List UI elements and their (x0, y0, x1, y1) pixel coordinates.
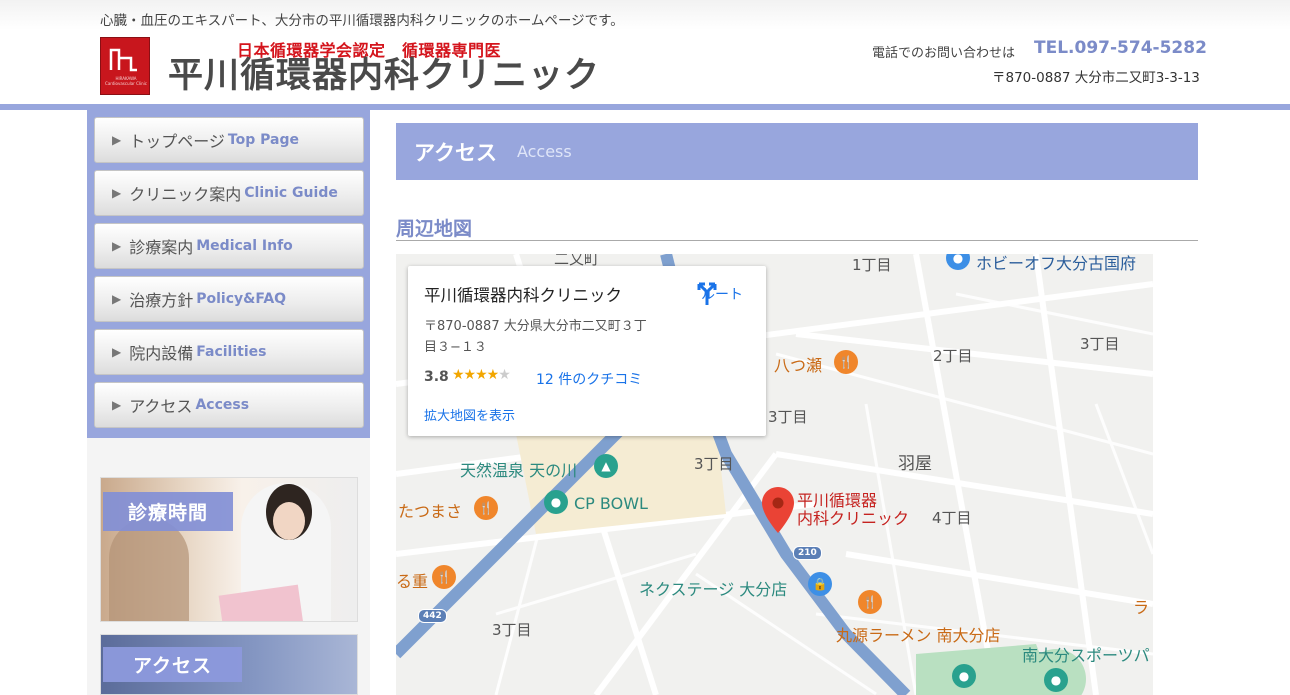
map-label-marugen[interactable]: 丸源ラーメン 南大分店 (836, 622, 1000, 646)
tel-label: 電話でのお問い合わせは (872, 46, 1016, 61)
map-label-yatsuse[interactable]: 八つ瀬 (774, 352, 822, 376)
map-label-chome: 1丁目 (852, 256, 892, 274)
map-label-clinic-line1[interactable]: 平川循環器 (797, 492, 877, 510)
section-title: 周辺地図 (396, 218, 473, 240)
nav-label-jp: アクセス (129, 397, 193, 416)
map-label-cp-bowl[interactable]: CP BOWL (574, 494, 648, 513)
directions-button[interactable]: ルート (694, 280, 750, 305)
nav-label-en: Medical Info (196, 238, 293, 254)
hours-banner-label: 診療時間 (103, 492, 234, 531)
park-pin-icon[interactable]: ● (1044, 668, 1068, 692)
restaurant-pin-icon[interactable]: 🍴 (432, 565, 456, 589)
triangle-right-icon: ▶ (112, 239, 122, 253)
triangle-right-icon: ▶ (112, 292, 122, 306)
restaurant-pin-icon[interactable]: 🍴 (474, 496, 498, 520)
map-label-chome: 3丁目 (694, 455, 734, 473)
clipboard-shape (218, 584, 304, 621)
patient-photo-figure (109, 518, 189, 621)
map-label-clinic-line2[interactable]: 内科クリニック (797, 510, 909, 528)
view-larger-map-link[interactable]: 拡大地図を表示 (424, 405, 515, 424)
triangle-right-icon: ▶ (112, 398, 122, 412)
nav-top-page[interactable]: ▶ トップページ Top Page (94, 117, 364, 163)
nav-label-en: Access (195, 397, 250, 413)
restaurant-pin-icon[interactable]: 🍴 (834, 350, 858, 374)
tel-number[interactable]: TEL.097-574-5282 (1034, 38, 1207, 58)
place-rating: 3.8 (424, 369, 449, 385)
map-label-chome: 3丁目 (1080, 335, 1120, 353)
map-label-tatsumasa[interactable]: たつまさ (398, 498, 462, 522)
nav-label-en: Policy&FAQ (196, 291, 287, 307)
map-label-chome: 4丁目 (932, 509, 972, 527)
nav-label-jp: 診療案内 (129, 238, 194, 257)
logo-subtext: HIRAKAWA Cardiovascular Clinic (105, 76, 147, 86)
nav-facilities[interactable]: ▶ 院内設備 Facilities (94, 329, 364, 375)
venue-pin-icon[interactable]: ● (544, 490, 568, 514)
clinic-name-title[interactable]: 平川循環器内科クリニック (168, 56, 600, 96)
triangle-right-icon: ▶ (112, 186, 122, 200)
route-shield-442: 442 (418, 609, 447, 623)
directions-icon (697, 282, 717, 305)
triangle-right-icon: ▶ (112, 345, 122, 359)
nav-label-jp: クリニック案内 (129, 185, 242, 204)
clinic-logo[interactable]: HIRAKAWA Cardiovascular Clinic (100, 37, 150, 95)
nav-policy-faq[interactable]: ▶ 治療方針 Policy&FAQ (94, 276, 364, 322)
place-name: 平川循環器内科クリニック (424, 286, 622, 305)
star-rating-icon: ★★★★★ (452, 367, 511, 383)
sidebar-nav: ▶ トップページ Top Page ▶ クリニック案内 Clinic Guide… (87, 110, 370, 438)
map-label-hobby-off[interactable]: ホビーオフ大分古国府 (976, 254, 1136, 274)
nurse-face (273, 502, 305, 540)
nav-label-en: Clinic Guide (244, 185, 338, 201)
clinic-location-pin-icon[interactable] (762, 487, 794, 533)
map-label-nextstage[interactable]: ネクステージ 大分店 (639, 576, 787, 600)
clinic-address: 〒870-0887 大分市二又町3-3-13 (992, 70, 1200, 86)
section-divider (396, 240, 1198, 241)
map-label-chome: 3丁目 (492, 621, 532, 639)
heart-line-icon (109, 48, 137, 72)
park-pin-icon[interactable]: ▲ (594, 454, 618, 478)
map-label-minami-sports[interactable]: 南大分スポーツパ (1022, 642, 1150, 666)
page-title: アクセス (414, 140, 497, 165)
map-label-chome: 3丁目 (768, 408, 808, 426)
nav-label-jp: 院内設備 (129, 344, 194, 363)
map-label-chome: 2丁目 (933, 347, 973, 365)
map-label-haya: 羽屋 (898, 454, 932, 474)
place-info-card: 平川循環器内科クリニック 〒870-0887 大分県大分市二又町３丁目３−１３ … (408, 266, 766, 436)
map-label-ra[interactable]: ラ (1133, 594, 1149, 618)
restaurant-pin-icon[interactable]: 🍴 (858, 590, 882, 614)
reviews-link[interactable]: 12 件のクチコミ (536, 369, 642, 389)
shop-pin-icon[interactable]: 🔒 (808, 572, 832, 596)
map-label-ruju[interactable]: る重 (396, 568, 428, 592)
page-title-en: Access (516, 142, 572, 161)
embedded-map[interactable]: 二又町 1丁目 ● ホビーオフ大分古国府 八つ瀬 🍴 2丁目 3丁目 3丁目 3… (396, 254, 1153, 695)
page-title-bar: アクセス Access (396, 123, 1198, 180)
access-banner[interactable]: アクセス (100, 634, 358, 695)
triangle-right-icon: ▶ (112, 133, 122, 147)
nav-access[interactable]: ▶ アクセス Access (94, 382, 364, 428)
nav-label-en: Top Page (227, 132, 299, 148)
place-address: 〒870-0887 大分県大分市二又町３丁目３−１３ (424, 319, 647, 355)
map-label-tennen-onsen[interactable]: 天然温泉 天の川 (460, 457, 577, 481)
nav-label-jp: 治療方針 (129, 291, 194, 310)
nav-medical-info[interactable]: ▶ 診療案内 Medical Info (94, 223, 364, 269)
hours-banner[interactable]: 診療時間 (100, 477, 358, 622)
park-pin-icon[interactable]: ● (952, 664, 976, 688)
site-tagline: 心臓・血圧のエキスパート、大分市の平川循環器内科クリニックのホームページです。 (100, 13, 624, 29)
site-header: 心臓・血圧のエキスパート、大分市の平川循環器内科クリニックのホームページです。 … (0, 0, 1290, 104)
nav-clinic-guide[interactable]: ▶ クリニック案内 Clinic Guide (94, 170, 364, 216)
nav-label-jp: トップページ (129, 132, 225, 151)
access-banner-label: アクセス (103, 647, 243, 682)
nav-label-en: Facilities (196, 344, 267, 360)
route-shield-210: 210 (793, 546, 822, 560)
